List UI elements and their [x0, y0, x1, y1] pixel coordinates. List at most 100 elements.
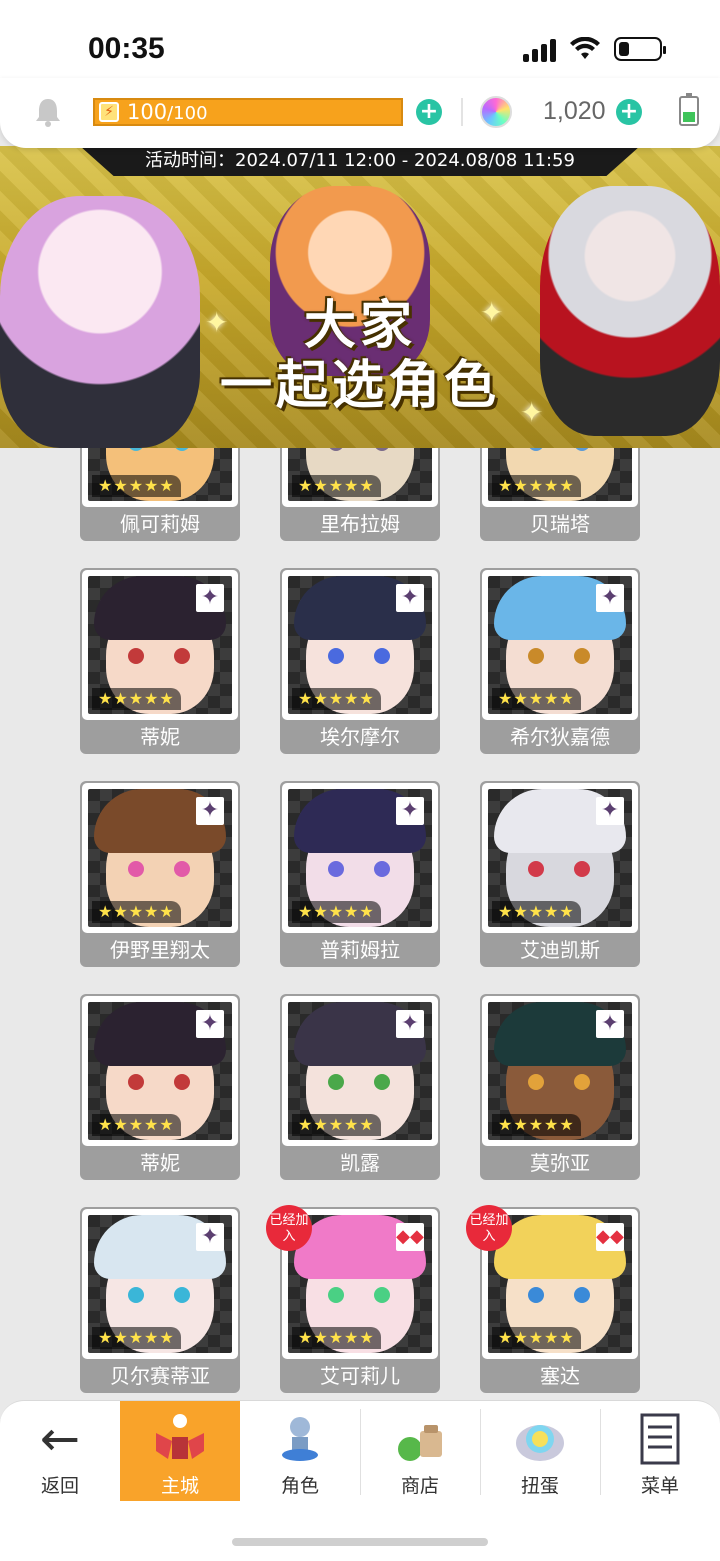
character-image: ✦ ★★★★★ [88, 789, 232, 927]
dark-element-icon: ✦ [396, 797, 424, 825]
star-rating: ★★★★★ [92, 688, 181, 710]
character-image: ✦ ★★★★★ [288, 576, 432, 714]
character-card[interactable]: ◆◆ ★★★★★ 塞达 已经加入 [466, 1205, 640, 1393]
character-name: 佩可莉姆 [120, 512, 200, 536]
banner-character-art [540, 186, 720, 436]
nav-back[interactable]: ← 返回 [0, 1401, 120, 1501]
gem-count: 1,020 [543, 97, 606, 125]
character-card[interactable]: ✦ ★★★★★ 艾迪凯斯 [480, 781, 640, 967]
stamina-bar: ⚡ 100/100 [93, 98, 403, 126]
home-indicator[interactable] [232, 1538, 488, 1546]
sparkle-icon: ✦ [520, 396, 544, 429]
character-card[interactable]: ✦ ★★★★★ 莫弥亚 [480, 994, 640, 1180]
character-card[interactable]: ✦ ★★★★★ 普莉姆拉 [280, 781, 440, 967]
banner-character-art [0, 196, 200, 448]
add-gem-button[interactable]: + [616, 99, 642, 125]
character-portrait: ✦ ★★★★★ [282, 996, 438, 1146]
character-name: 艾可莉儿 [320, 1364, 400, 1388]
nav-shop-label: 商店 [400, 1475, 439, 1497]
nav-menu[interactable]: 菜单 [600, 1401, 720, 1501]
star-rating: ★★★★★ [492, 901, 581, 923]
dark-element-icon: ✦ [196, 1223, 224, 1251]
character-name: 蒂妮 [140, 725, 180, 749]
gem-icon [480, 96, 512, 128]
nav-gacha-label: 扭蛋 [520, 1475, 559, 1497]
character-card[interactable]: ✦ ★★★★★ 凯露 [280, 994, 440, 1180]
dark-element-icon: ✦ [396, 584, 424, 612]
fire-element-icon: ◆◆ [396, 1223, 424, 1251]
character-name: 贝瑞塔 [530, 512, 590, 536]
star-rating: ★★★★★ [492, 688, 581, 710]
add-stamina-button[interactable]: + [416, 99, 442, 125]
star-rating: ★★★★★ [492, 1114, 581, 1136]
status-icons [523, 36, 666, 62]
character-card[interactable]: ✦ ★★★★★ 埃尔摩尔 [280, 568, 440, 754]
character-image: ✦ ★★★★★ [88, 576, 232, 714]
dark-element-icon: ✦ [596, 797, 624, 825]
character-name: 塞达 [540, 1364, 580, 1388]
character-card[interactable]: ✦ ★★★★★ 蒂妮 [80, 994, 240, 1180]
character-name: 希尔狄嘉德 [510, 725, 610, 749]
character-name: 伊野里翔太 [110, 938, 210, 962]
menu-list-icon [640, 1413, 680, 1465]
signal-icon [523, 36, 556, 62]
joined-badge: 已经加入 [266, 1205, 312, 1251]
character-name: 蒂妮 [140, 1151, 180, 1175]
nav-main-label: 主城 [160, 1475, 199, 1497]
character-card[interactable]: ✦ ★★★★★ 希尔狄嘉德 [480, 568, 640, 754]
nav-back-label: 返回 [40, 1475, 79, 1497]
character-name: 艾迪凯斯 [520, 938, 600, 962]
nav-main-city[interactable]: 主城 [120, 1401, 240, 1501]
star-rating: ★★★★★ [92, 1327, 181, 1349]
battery-icon [614, 37, 666, 61]
nav-shop[interactable]: 商店 [360, 1401, 480, 1501]
character-name: 莫弥亚 [530, 1151, 590, 1175]
character-card[interactable]: ✦ ★★★★★ 伊野里翔太 [80, 781, 240, 967]
star-rating: ★★★★★ [492, 475, 581, 497]
star-rating: ★★★★★ [292, 475, 381, 497]
character-portrait: ✦ ★★★★★ [82, 783, 238, 933]
gacha-orb-icon [516, 1425, 564, 1461]
dark-element-icon: ✦ [196, 584, 224, 612]
banner-title: 大家 一起选角色 [219, 296, 500, 416]
dark-element-icon: ✦ [196, 1010, 224, 1038]
star-rating: ★★★★★ [292, 1327, 381, 1349]
event-time: 活动时间：2024.07/11 12:00 - 2024.08/08 11:59 [80, 146, 640, 176]
lightning-icon: ⚡ [99, 102, 119, 122]
character-name: 凯露 [340, 1151, 380, 1175]
nav-gacha[interactable]: 扭蛋 [480, 1401, 600, 1501]
castle-icon [156, 1414, 204, 1459]
dark-element-icon: ✦ [596, 584, 624, 612]
nav-character[interactable]: 角色 [240, 1401, 360, 1501]
character-name: 里布拉姆 [320, 512, 400, 536]
event-banner[interactable]: 活动时间：2024.07/11 12:00 - 2024.08/08 11:59… [0, 146, 720, 448]
character-name: 普莉姆拉 [320, 938, 400, 962]
star-rating: ★★★★★ [92, 475, 181, 497]
star-rating: ★★★★★ [92, 1114, 181, 1136]
character-card[interactable]: ✦ ★★★★★ 贝尔赛蒂亚 [80, 1207, 240, 1393]
status-time: 00:35 [88, 32, 165, 65]
home-indicator-area [0, 1502, 720, 1561]
star-rating: ★★★★★ [92, 901, 181, 923]
divider [461, 98, 463, 126]
character-image: ✦ ★★★★★ [88, 1002, 232, 1140]
character-portrait: ✦ ★★★★★ [282, 783, 438, 933]
character-image: ✦ ★★★★★ [88, 1215, 232, 1353]
bell-icon[interactable] [34, 96, 62, 128]
character-portrait: ✦ ★★★★★ [82, 996, 238, 1146]
dark-element-icon: ✦ [196, 797, 224, 825]
character-image: ✦ ★★★★★ [288, 789, 432, 927]
nav-menu-label: 菜单 [640, 1475, 679, 1497]
character-portrait: ✦ ★★★★★ [282, 570, 438, 720]
character-image: ✦ ★★★★★ [488, 576, 632, 714]
character-card[interactable]: ◆◆ ★★★★★ 艾可莉儿 已经加入 [266, 1205, 440, 1393]
character-card[interactable]: ✦ ★★★★★ 蒂妮 [80, 568, 240, 754]
character-name: 贝尔赛蒂亚 [110, 1364, 210, 1388]
star-rating: ★★★★★ [292, 1114, 381, 1136]
star-rating: ★★★★★ [292, 901, 381, 923]
character-name: 埃尔摩尔 [320, 725, 400, 749]
wifi-icon [570, 37, 600, 59]
dark-element-icon: ✦ [596, 1010, 624, 1038]
character-image: ✦ ★★★★★ [288, 1002, 432, 1140]
character-portrait: ✦ ★★★★★ [482, 783, 638, 933]
